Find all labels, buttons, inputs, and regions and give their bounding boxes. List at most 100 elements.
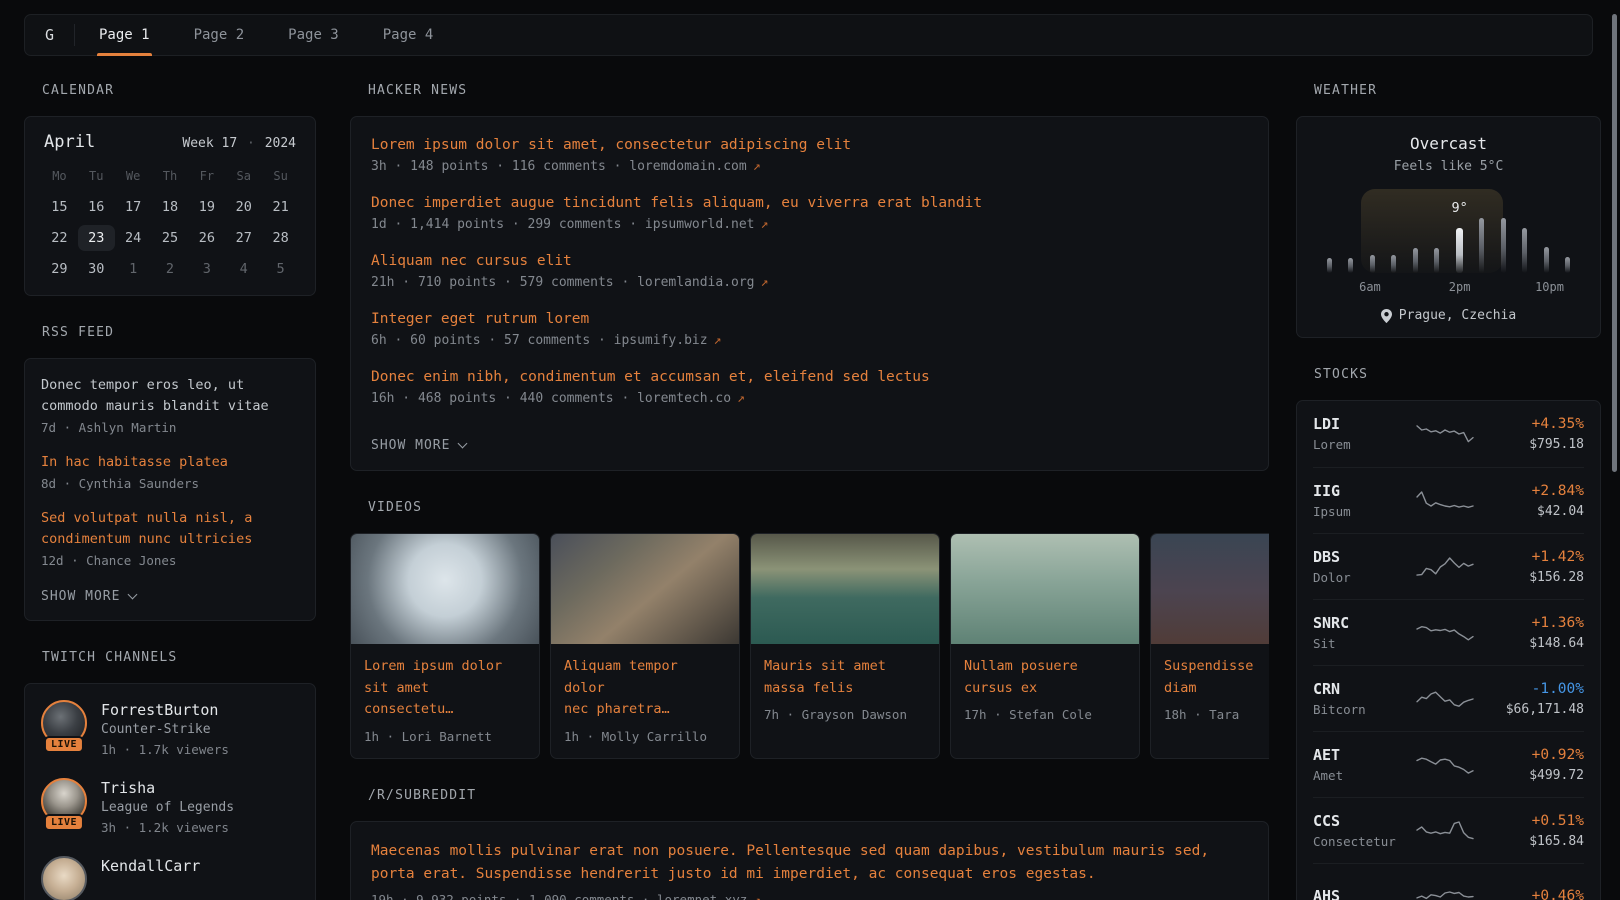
calendar-week-year: Week 17 · 2024 (182, 136, 296, 151)
stock-price: $66,171.48 (1478, 700, 1584, 719)
video-thumbnail[interactable] (551, 534, 739, 644)
hn-item: Aliquam nec cursus elit 21h · 710 points… (371, 250, 1248, 293)
rss-item-meta: 7d · Ashlyn Martin (41, 417, 299, 438)
avatar-image (41, 856, 87, 900)
rss-item-link[interactable]: Sed volutpat nulla nisl, a condimentum n… (41, 508, 299, 550)
weather-bar (1327, 258, 1332, 273)
video-thumbnail[interactable] (751, 534, 939, 644)
video-title[interactable]: Nullam posuere cursus ex (964, 656, 1126, 699)
video-title[interactable]: Aliquam tempor dolor nec pharetra… (564, 656, 726, 721)
channel-info: ForrestBurton Counter-Strike 1h · 1.7k v… (101, 700, 229, 760)
video-card[interactable]: Nullam posuere cursus ex 17h · Stefan Co… (950, 533, 1140, 759)
calendar-day: 19 (188, 194, 225, 220)
video-title[interactable]: Mauris sit amet massa felis (764, 656, 926, 699)
time-label: 2pm (1449, 280, 1471, 294)
stock-values: +2.84% $42.04 (1478, 481, 1584, 521)
hn-item-link[interactable]: Integer eget rutrum lorem (371, 311, 589, 327)
time-label: 6am (1359, 280, 1381, 294)
app-logo[interactable]: G (25, 15, 74, 55)
weather-bar (1413, 248, 1418, 273)
twitch-channel-row[interactable]: LIVE ForrestBurton Counter-Strike 1h · 1… (41, 700, 299, 760)
chevron-down-icon (458, 439, 468, 449)
channel-name: KendallCarr (101, 856, 200, 876)
calendar-day: 18 (152, 194, 189, 220)
calendar-day: 24 (115, 225, 152, 251)
stock-row[interactable]: IIG Ipsum +2.84% $42.04 (1313, 467, 1584, 533)
stock-name: Bitcorn (1313, 700, 1411, 719)
right-column: WEATHER Overcast Feels like 5°C 9° 6am 2… (1296, 56, 1601, 900)
rss-item: In hac habitasse platea 8d · Cynthia Sau… (41, 452, 299, 494)
tab-page-1[interactable]: Page 1 (77, 15, 172, 55)
video-title[interactable]: Suspendisse diam (1164, 656, 1269, 699)
weather-hourly-chart: 9° (1325, 189, 1572, 273)
hn-item-link[interactable]: Lorem ipsum dolor sit amet, consectetur … (371, 137, 851, 153)
stock-ticker: LDI (1313, 414, 1411, 435)
hn-item-link[interactable]: Aliquam nec cursus elit (371, 253, 572, 269)
calendar-day: 3 (188, 256, 225, 282)
calendar-day: 21 (262, 194, 299, 220)
stock-row[interactable]: CRN Bitcorn -1.00% $66,171.48 (1313, 665, 1584, 731)
twitch-channel-row[interactable]: LIVE Trisha League of Legends 3h · 1.2k … (41, 778, 299, 838)
tab-page-4[interactable]: Page 4 (361, 15, 456, 55)
calendar-weekday: Su (262, 165, 299, 189)
video-meta: 17h · Stefan Cole (964, 707, 1126, 722)
video-title[interactable]: Lorem ipsum dolor sit amet consectetu… (364, 656, 526, 721)
hn-item-link[interactable]: Donec enim nibh, condimentum et accumsan… (371, 369, 930, 385)
hn-item-meta: 6h · 60 points · 57 comments · ipsumify.… (371, 330, 1248, 351)
calendar-section-title: CALENDAR (24, 84, 316, 97)
external-link-icon: ↗ (761, 217, 769, 232)
stock-price: $165.84 (1478, 832, 1584, 851)
video-meta: 1h · Molly Carrillo (564, 729, 726, 744)
stock-row[interactable]: CCS Consectetur +0.51% $165.84 (1313, 797, 1584, 863)
stock-name: Amet (1313, 766, 1411, 785)
video-card[interactable]: Suspendisse diam 18h · Tara (1150, 533, 1269, 759)
rss-show-more-button[interactable]: SHOW MORE (41, 589, 136, 604)
stock-sparkline (1411, 420, 1478, 448)
stock-name: Dolor (1313, 568, 1411, 587)
stock-values: +0.51% $165.84 (1478, 811, 1584, 851)
video-card[interactable]: Mauris sit amet massa felis 7h · Grayson… (750, 533, 940, 759)
weather-section-title: WEATHER (1296, 84, 1601, 97)
channel-info: Trisha League of Legends 3h · 1.2k viewe… (101, 778, 234, 838)
video-card[interactable]: Lorem ipsum dolor sit amet consectetu… 1… (350, 533, 540, 759)
hn-item-meta: 1d · 1,414 points · 299 comments · ipsum… (371, 214, 1248, 235)
rss-widget: Donec tempor eros leo, ut commodo mauris… (24, 358, 316, 621)
tab-page-2[interactable]: Page 2 (172, 15, 267, 55)
rss-item-meta: 8d · Cynthia Saunders (41, 473, 299, 494)
scrollbar[interactable] (1612, 14, 1617, 472)
rss-item-link[interactable]: Donec tempor eros leo, ut commodo mauris… (41, 375, 299, 417)
stocks-section-title: STOCKS (1296, 368, 1601, 381)
video-card[interactable]: Aliquam tempor dolor nec pharetra… 1h · … (550, 533, 740, 759)
weather-location: Prague, Czechia (1313, 308, 1584, 323)
subreddit-post-link[interactable]: Maecenas mollis pulvinar erat non posuer… (371, 843, 1209, 882)
stock-name: Consectetur (1313, 832, 1411, 851)
stock-price: $795.18 (1478, 435, 1584, 454)
stock-change: +2.84% (1478, 481, 1584, 502)
tab-page-3[interactable]: Page 3 (266, 15, 361, 55)
video-thumbnail[interactable] (351, 534, 539, 644)
video-thumbnail[interactable] (1151, 534, 1269, 644)
hn-item-link[interactable]: Donec imperdiet augue tincidunt felis al… (371, 195, 982, 211)
time-label: 10pm (1535, 280, 1564, 294)
weather-bar (1456, 228, 1463, 273)
channel-name: ForrestBurton (101, 700, 229, 720)
hn-item: Integer eget rutrum lorem 6h · 60 points… (371, 308, 1248, 351)
calendar-header: April Week 17 · 2024 (41, 132, 299, 152)
stock-row[interactable]: SNRC Sit +1.36% $148.64 (1313, 599, 1584, 665)
stock-sparkline (1411, 817, 1478, 845)
twitch-widget: LIVE ForrestBurton Counter-Strike 1h · 1… (24, 683, 316, 900)
stock-change: -1.00% (1478, 679, 1584, 700)
calendar-weekday: We (115, 165, 152, 189)
stock-row[interactable]: AHS +0.46% (1313, 863, 1584, 900)
rss-item: Sed volutpat nulla nisl, a condimentum n… (41, 508, 299, 571)
hn-meta-text: 3h · 148 points · 116 comments · loremdo… (371, 159, 747, 174)
stock-row[interactable]: LDI Lorem +4.35% $795.18 (1313, 401, 1584, 467)
twitch-channel-row[interactable]: KendallCarr (41, 856, 299, 900)
rss-item-link[interactable]: In hac habitasse platea (41, 452, 299, 473)
stock-row[interactable]: AET Amet +0.92% $499.72 (1313, 731, 1584, 797)
hn-show-more-button[interactable]: SHOW MORE (371, 438, 466, 453)
calendar-day: 15 (41, 194, 78, 220)
video-thumbnail[interactable] (951, 534, 1139, 644)
stock-row[interactable]: DBS Dolor +1.42% $156.28 (1313, 533, 1584, 599)
channel-game: League of Legends (101, 798, 234, 818)
